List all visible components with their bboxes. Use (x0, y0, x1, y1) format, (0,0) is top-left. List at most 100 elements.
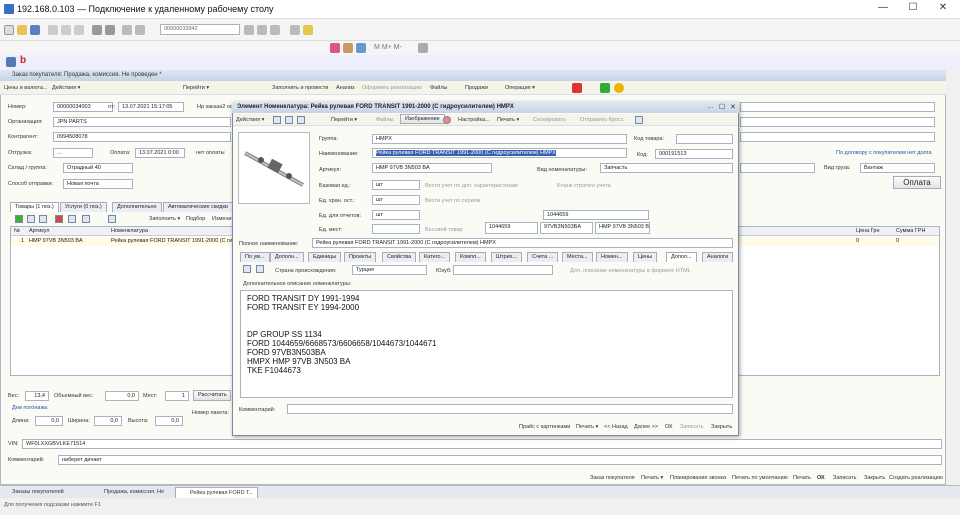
selection-button[interactable]: Подбор (186, 216, 205, 222)
preview-icon[interactable] (105, 25, 115, 35)
dialog-max-icon[interactable]: ☐ (719, 103, 725, 111)
storage-unit-field[interactable]: шт (372, 195, 420, 205)
tab-additional-desc[interactable]: Допол... (666, 252, 697, 262)
add-row-icon[interactable] (15, 215, 23, 223)
dlg-help-icon[interactable] (443, 116, 451, 124)
cmd-analysis[interactable]: Анализ (336, 85, 355, 91)
tab-complect[interactable]: Компл... (455, 252, 486, 262)
cmd-operation[interactable]: Операция ▾ (505, 85, 535, 91)
footer-print-default[interactable]: Печать по умолчанию (732, 475, 788, 481)
binoculars-icon[interactable] (270, 25, 280, 35)
car-icon[interactable] (572, 83, 582, 93)
edit-row-icon[interactable] (39, 215, 47, 223)
dlg-next[interactable]: Далее >> (634, 424, 658, 430)
tab-barcode[interactable]: Штрих... (491, 252, 523, 262)
dlg-price-pictures[interactable]: Прайс с картинками (519, 424, 570, 430)
memory-m-icon[interactable]: M M+ M- (374, 44, 402, 51)
places-field[interactable]: 1 (165, 391, 189, 401)
tab-properties[interactable]: Свойства (382, 252, 417, 262)
cmd-fill-post[interactable]: Заполнить и провести (272, 85, 329, 91)
track-series-checkbox[interactable]: Вести учет по сериям (425, 198, 480, 204)
dlg-goto[interactable]: Перейти ▾ (331, 117, 357, 123)
counterparty-field[interactable]: 0994508078 (53, 132, 231, 142)
footer-save[interactable]: Записать (833, 475, 857, 481)
dlg-print-menu[interactable]: Печать ▾ (576, 424, 598, 430)
strict-blank-checkbox[interactable]: Бланк строгого учета (557, 183, 611, 189)
report-unit-field[interactable]: шт (372, 210, 420, 220)
coin-icon[interactable] (614, 83, 624, 93)
name-field[interactable]: Рейка рулевая FORD TRANSIT 1991-2000 (С … (372, 148, 627, 158)
undo-icon[interactable] (122, 25, 132, 35)
dlg-close[interactable]: Закрыть (711, 424, 732, 430)
payment-date-field[interactable]: 13.07.2021 0:00 (135, 148, 185, 158)
footer-order[interactable]: Заказ покупателя (590, 475, 635, 481)
shipment-field[interactable]: ... (53, 148, 93, 158)
dlg-tree-icon[interactable] (297, 116, 305, 124)
app-logo[interactable]: b (20, 55, 26, 66)
task-sale[interactable]: Продажа, комиссия. Не (92, 489, 164, 495)
fill-menu[interactable]: Заполнить ▾ (149, 216, 180, 222)
save-icon[interactable] (30, 25, 40, 35)
paste-icon[interactable] (74, 25, 84, 35)
dlg-copy[interactable]: Скопировать (533, 117, 566, 123)
ukvzd-field[interactable] (453, 265, 553, 275)
analog-code-3[interactable]: HMP 97VB 3N503 BA (595, 222, 650, 234)
group-field[interactable]: HMPX (372, 134, 627, 144)
delete-row-icon[interactable] (55, 215, 63, 223)
tab-extra[interactable]: Дополн... (270, 252, 304, 262)
cmd-files[interactable]: Файлы (430, 85, 447, 91)
weight-field[interactable]: 13,4 (25, 391, 49, 401)
contract-link[interactable]: По договору с покупателем нет долга (836, 150, 932, 156)
table-icon[interactable] (356, 43, 366, 53)
copy-icon[interactable] (61, 25, 71, 35)
product-image[interactable] (238, 132, 310, 204)
warehouse-field[interactable]: Отрадный 40 (63, 163, 133, 173)
length-field[interactable]: 0,0 (35, 416, 63, 426)
calendar-icon[interactable] (330, 43, 340, 53)
track-extra-checkbox[interactable]: Вести учет по доп. характеристикам (425, 183, 518, 189)
copy-row-icon[interactable] (27, 215, 35, 223)
tab-goods[interactable]: Товары (1 поз.) (10, 202, 59, 212)
nom-type-field[interactable]: Запчасть (600, 163, 733, 173)
tab-services[interactable]: Услуги (0 поз.) (60, 202, 107, 212)
footer-ok[interactable]: ОК (817, 475, 825, 481)
footer-create-realization[interactable]: Создать реализацию (889, 475, 943, 481)
dlg-settings[interactable]: Настройка... (458, 117, 490, 123)
width-field[interactable]: 0,0 (94, 416, 122, 426)
edit-desc-icon[interactable] (243, 265, 251, 273)
full-name-field[interactable]: Рейка рулевая FORD TRANSIT 1991-2000 (С … (312, 238, 733, 248)
bulb-icon[interactable] (303, 25, 313, 35)
article-field[interactable]: HMP 97VB 3N503 BA (372, 163, 492, 173)
tab-auto-discounts[interactable]: Автоматические скидки (163, 202, 233, 212)
dlg-refresh-icon[interactable] (285, 116, 293, 124)
height-field[interactable]: 0,0 (155, 416, 183, 426)
place-unit-field[interactable] (372, 224, 420, 234)
vin-field[interactable]: WF0LXXGBVLKE71514 (22, 439, 942, 449)
print-icon[interactable] (92, 25, 102, 35)
dialog-help-icon[interactable]: … (707, 103, 714, 110)
tab-nomen[interactable]: Номен... (596, 252, 628, 262)
find-next-icon[interactable] (244, 25, 254, 35)
payment-button[interactable]: Оплата (893, 176, 941, 189)
analog-code-2[interactable]: 97VB3N503BA (540, 222, 593, 234)
tab-prices[interactable]: Цены (633, 252, 658, 262)
comment-field[interactable]: наберет дичает (58, 455, 942, 465)
cut-icon[interactable] (48, 25, 58, 35)
analog-code-1[interactable]: 1044659 (485, 222, 538, 234)
open-icon[interactable] (17, 25, 27, 35)
right-field-2[interactable] (740, 117, 935, 127)
right-field-1[interactable] (740, 102, 935, 112)
dlg-comment-field[interactable] (287, 404, 733, 414)
dlg-image-button[interactable]: Изображение (400, 114, 445, 124)
country-field[interactable]: Турция (352, 265, 427, 275)
volume-weight-field[interactable]: 0,0 (105, 391, 139, 401)
base-unit-field[interactable]: шт (372, 180, 420, 190)
find-prev-icon[interactable] (257, 25, 267, 35)
tab-projects[interactable]: Проекты (344, 252, 377, 262)
cmd-realization[interactable]: Оформить реализацию (362, 85, 422, 91)
dlg-export-icon[interactable] (635, 116, 643, 124)
cmd-goto[interactable]: Перейти ▾ (183, 85, 209, 91)
footer-print-menu[interactable]: Печать ▾ (641, 475, 663, 481)
dlg-save[interactable]: Записать (680, 424, 704, 430)
code-search-field[interactable]: 1044659 (543, 210, 649, 220)
